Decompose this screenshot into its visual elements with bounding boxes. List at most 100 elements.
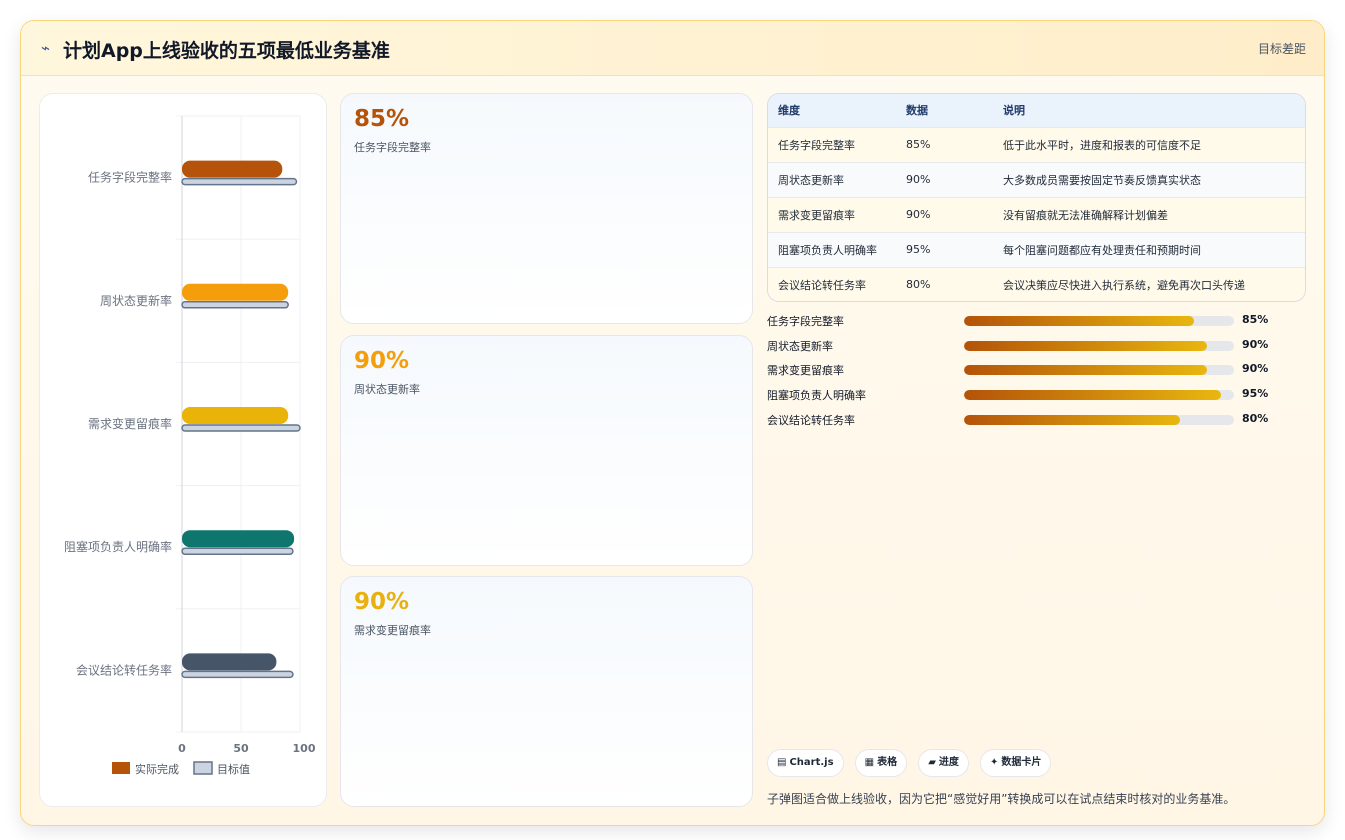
trend-icon: ⌁ [41, 39, 51, 57]
table-header-row: 维度 数据 说明 [768, 94, 1305, 127]
table-cell: 大多数成员需要按固定节奏反馈真实状态 [1003, 173, 1201, 187]
kpi-label: 任务字段完整率 [354, 141, 431, 154]
progress-label: 阻塞项负责人明确率 [767, 389, 866, 403]
target-bar [181, 301, 289, 309]
chip-row: ▤ Chart.js ▦ 表格 ▰ 进度 ✦ 数据卡片 [767, 749, 1057, 777]
chip-chartjs[interactable]: ▤ Chart.js [767, 749, 844, 777]
chart-icon: ▤ [777, 757, 787, 768]
progress-label: 会议结论转任务率 [767, 413, 855, 427]
table-row: 周状态更新率 90% 大多数成员需要按固定节奏反馈真实状态 [768, 162, 1305, 197]
table-row: 需求变更留痕率 90% 没有留痕就无法准确解释计划偏差 [768, 197, 1305, 232]
column-header: 说明 [1003, 104, 1025, 118]
legend-swatch [193, 761, 213, 775]
progress-value: 95% [1242, 387, 1269, 401]
table-cell: 会议决策应尽快进入执行系统，避免再次口头传递 [1003, 278, 1245, 292]
target-bar [181, 424, 301, 432]
sparkle-icon: ✦ [990, 757, 999, 768]
x-tick-label: 100 [293, 742, 316, 755]
progress-fill [964, 316, 1194, 326]
progress-track [964, 365, 1234, 376]
category-label: 需求变更留痕率 [88, 416, 172, 431]
progress-row: 会议结论转任务率 80% [767, 412, 1287, 437]
legend-label: 目标值 [217, 762, 250, 776]
header: ⌁ 计划App上线验收的五项最低业务基准 目标差距 [21, 21, 1324, 76]
kpi-card: 85% 任务字段完整率 [340, 93, 753, 324]
actual-bar [182, 530, 295, 548]
progress-value: 90% [1242, 362, 1269, 376]
kpi-label: 周状态更新率 [354, 383, 420, 396]
category-label: 会议结论转任务率 [76, 662, 172, 677]
progress-track [964, 316, 1234, 326]
progress-label: 任务字段完整率 [767, 315, 844, 328]
chip-data-cards[interactable]: ✦ 数据卡片 [980, 749, 1052, 777]
table-cell: 85% [906, 138, 931, 151]
footnote: 子弹图适合做上线验收，因为它把“感觉好用”转换成可以在试点结束时核对的业务基准。 [767, 792, 1236, 806]
category-label: 阻塞项负责人明确率 [64, 539, 172, 554]
kpi-value: 90% [354, 589, 410, 615]
progress-fill [964, 414, 1180, 425]
table-cell: 90% [906, 208, 931, 221]
column-header: 数据 [906, 104, 928, 118]
table-cell: 周状态更新率 [778, 173, 844, 187]
actual-bar [182, 160, 283, 178]
progress-icon: ▰ [928, 757, 936, 768]
progress-track [964, 390, 1234, 401]
progress-row: 任务字段完整率 85% [767, 313, 1287, 338]
progress-value: 90% [1242, 337, 1269, 351]
progress-row: 周状态更新率 90% [767, 338, 1287, 363]
column-header: 维度 [778, 104, 800, 118]
bullet-chart-panel: 0 50 100 任务字段完整率周状态更新率需求变更留痕率阻塞项负责人明确率会议结论转… [39, 93, 327, 807]
dashboard-frame: ⌁ 计划App上线验收的五项最低业务基准 目标差距 0 50 100 任务字段完整率周… [20, 20, 1325, 826]
target-bar [181, 670, 294, 679]
table-cell: 95% [906, 243, 931, 256]
progress-fill [964, 390, 1221, 401]
table-cell: 80% [906, 278, 931, 292]
chip-label: 数据卡片 [1001, 757, 1042, 768]
target-bar [181, 547, 294, 555]
category-label: 周状态更新率 [100, 293, 172, 308]
table-row: 任务字段完整率 85% 低于此水平时，进度和报表的可信度不足 [768, 127, 1305, 162]
table-row: 会议结论转任务率 80% 会议决策应尽快进入执行系统，避免再次口头传递 [768, 267, 1305, 301]
table-cell: 每个阻塞问题都应有处理责任和预期时间 [1003, 243, 1201, 257]
table-cell: 会议结论转任务率 [778, 278, 866, 292]
x-tick-label: 0 [178, 742, 186, 755]
chip-table[interactable]: ▦ 表格 [854, 749, 908, 777]
legend-label: 实际完成 [135, 762, 179, 776]
table-cell: 阻塞项负责人明确率 [778, 243, 877, 257]
page-title: 计划App上线验收的五项最低业务基准 [63, 40, 390, 62]
progress-row: 阻塞项负责人明确率 95% [767, 387, 1287, 412]
table-icon: ▦ [864, 757, 875, 768]
progress-fill [964, 365, 1207, 376]
progress-label: 需求变更留痕率 [767, 364, 844, 378]
table-cell: 90% [906, 173, 931, 186]
table-cell: 没有留痕就无法准确解释计划偏差 [1003, 208, 1168, 222]
x-tick-label: 50 [233, 742, 249, 755]
progress-value: 85% [1242, 313, 1269, 326]
table-cell: 需求变更留痕率 [778, 208, 855, 222]
chip-label: Chart.js [789, 757, 834, 768]
table-cell: 低于此水平时，进度和报表的可信度不足 [1003, 138, 1201, 152]
category-label: 任务字段完整率 [88, 170, 172, 185]
progress-label: 周状态更新率 [767, 339, 833, 353]
progress-track [964, 414, 1234, 425]
progress-track [964, 340, 1234, 351]
bullet-chart: 0 50 100 任务字段完整率周状态更新率需求变更留痕率阻塞项负责人明确率会议结论转… [64, 115, 316, 776]
kpi-value: 85% [354, 106, 410, 132]
progress-value: 80% [1242, 411, 1269, 425]
chip-label: 进度 [938, 757, 959, 768]
progress-row: 需求变更留痕率 90% [767, 362, 1287, 387]
progress-list: 任务字段完整率 85% 周状态更新率 90% 需求变更留痕率 90% 阻塞项负责… [767, 313, 1287, 436]
table-row: 阻塞项负责人明确率 95% 每个阻塞问题都应有处理责任和预期时间 [768, 232, 1305, 267]
header-tag: 目标差距 [1257, 42, 1306, 56]
chip-progress[interactable]: ▰ 进度 [918, 749, 969, 777]
table-cell: 任务字段完整率 [778, 138, 855, 152]
actual-bar [182, 407, 289, 424]
chip-label: 表格 [877, 757, 898, 768]
kpi-label: 需求变更留痕率 [354, 624, 431, 637]
kpi-card: 90% 周状态更新率 [340, 335, 753, 566]
actual-bar [182, 653, 277, 671]
target-bar [181, 177, 298, 186]
benchmark-table: 维度 数据 说明 任务字段完整率 85% 低于此水平时，进度和报表的可信度不足 … [767, 93, 1306, 302]
kpi-value: 90% [354, 348, 410, 374]
actual-bar [182, 283, 289, 301]
